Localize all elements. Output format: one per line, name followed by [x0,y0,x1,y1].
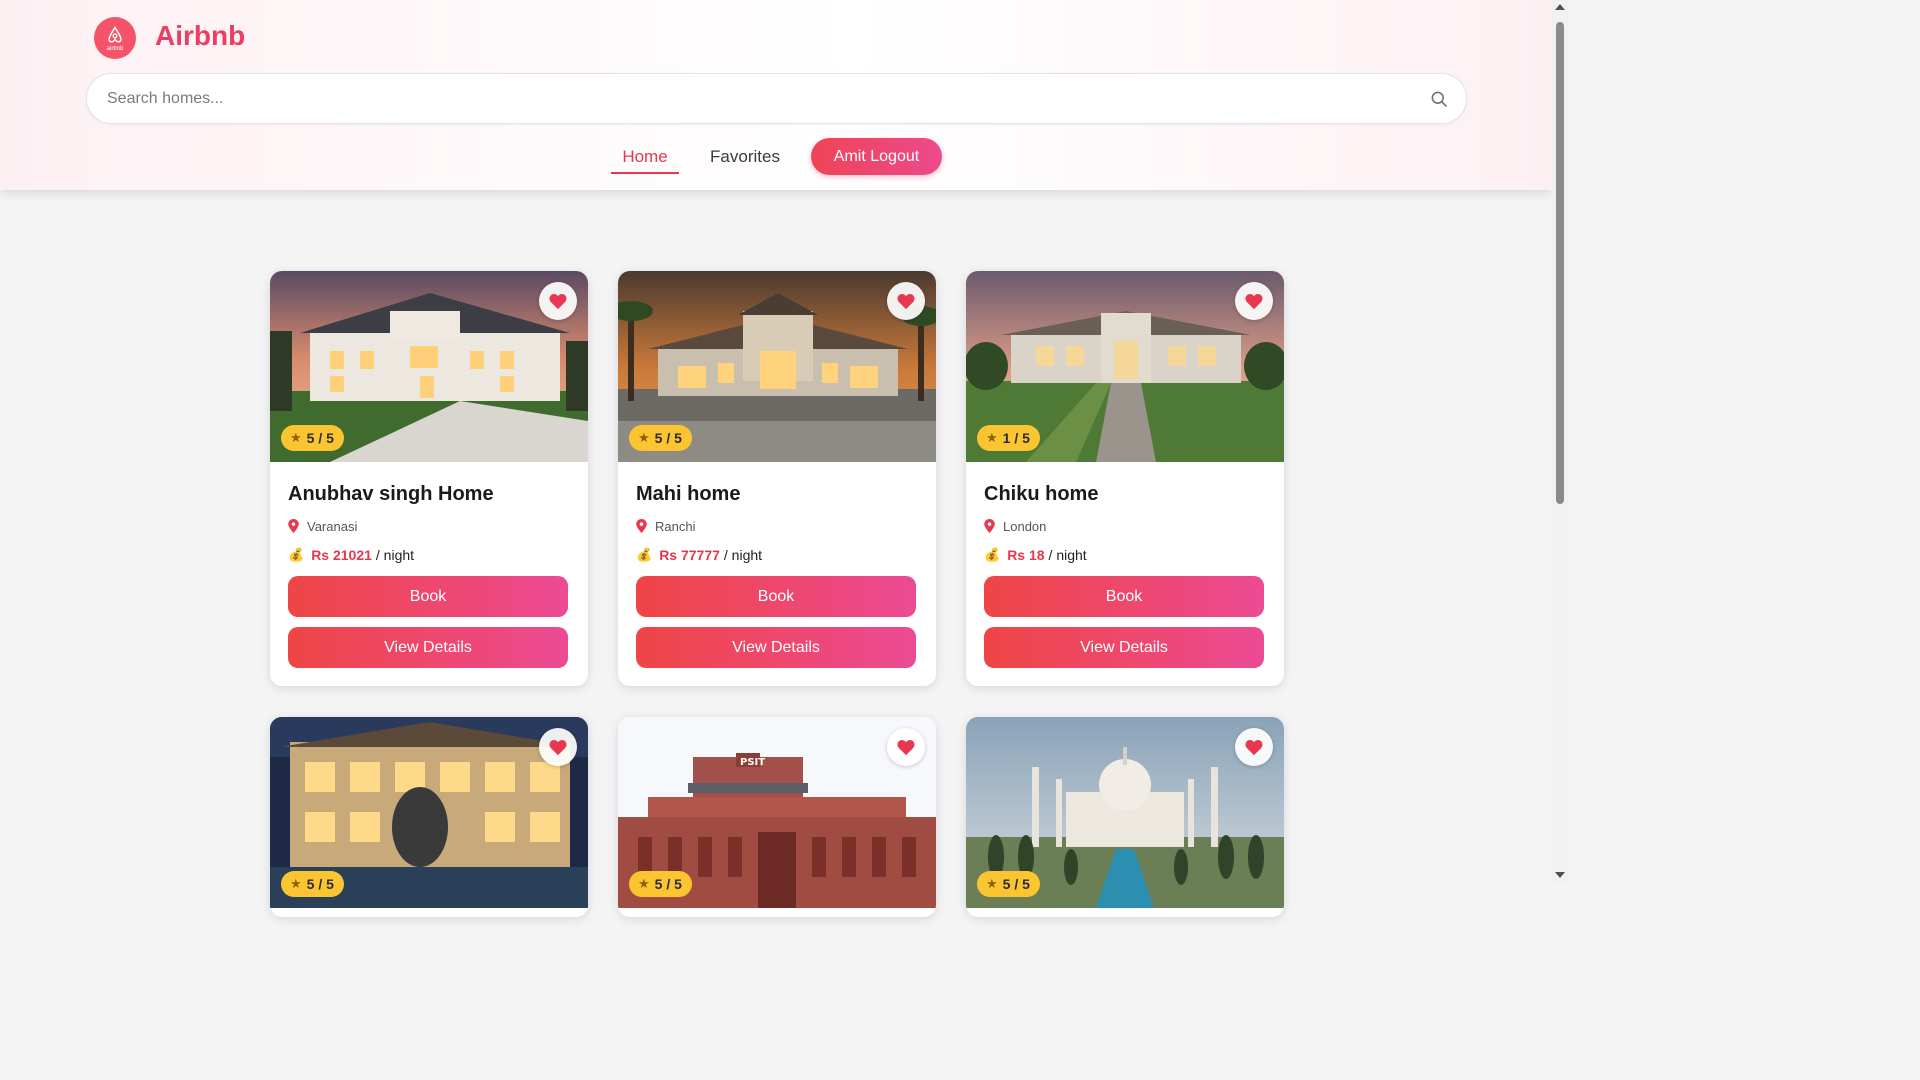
home-card: ★ 5 / 5 [270,717,588,917]
view-details-button[interactable]: View Details [636,627,916,668]
home-price: 💰 Rs 21021 / night [288,546,570,564]
home-card: ★ 1 / 5 Chiku home London 💰 Rs 18 / nigh… [966,271,1284,686]
price-value: Rs 77777 [659,547,720,563]
airbnb-logo-icon [108,25,122,43]
price-value: Rs 18 [1007,547,1045,563]
favorite-button[interactable] [1235,282,1273,320]
scroll-down-arrow-icon[interactable] [1555,872,1565,878]
search-input[interactable] [107,84,1407,114]
rating-value: 1 / 5 [1002,430,1030,446]
rating-value: 5 / 5 [1002,876,1030,892]
logout-button[interactable]: Amit Logout [811,138,942,175]
favorite-button[interactable] [1235,728,1273,766]
rating-value: 5 / 5 [654,430,682,446]
pin-icon [984,519,995,533]
price-unit: / night [723,547,763,563]
location-text: Varanasi [307,518,358,534]
airbnb-logo[interactable]: airbnb [94,17,136,59]
money-bag-icon: 💰 [984,547,1001,562]
heart-icon [897,740,915,756]
price-unit: / night [1048,547,1087,563]
heart-icon [1245,740,1263,756]
star-icon: ★ [290,876,302,891]
book-button[interactable]: Book [288,576,568,617]
nav-home[interactable]: Home [611,140,679,174]
search-bar [86,73,1467,124]
rating-value: 5 / 5 [654,876,682,892]
favorite-button[interactable] [539,282,577,320]
home-location: Varanasi [288,517,570,535]
logo-text: airbnb [106,45,124,52]
price-value: Rs 21021 [311,547,372,563]
rating-badge: ★ 1 / 5 [977,425,1040,451]
favorite-button[interactable] [887,282,925,320]
rating-badge: ★ 5 / 5 [629,425,692,451]
rating-badge: ★ 5 / 5 [281,425,344,451]
heart-icon [1245,294,1263,310]
home-title: Chiku home [984,483,1099,505]
home-image[interactable]: ★ 5 / 5 [618,271,936,462]
money-bag-icon: 💰 [288,547,305,562]
home-image[interactable]: PSIT ★ 5 / 5 [618,717,936,908]
nav-favorites[interactable]: Favorites [700,140,790,174]
card-body: Mahi home Ranchi 💰 Rs 77777 / night Book… [618,483,936,686]
rating-badge: ★ 5 / 5 [629,871,692,897]
scroll-up-arrow-icon[interactable] [1555,4,1565,10]
heart-icon [549,740,567,756]
location-text: Ranchi [655,518,696,534]
card-body: Chiku home London 💰 Rs 18 / night Book V… [966,483,1284,686]
book-button[interactable]: Book [636,576,916,617]
home-card: PSIT ★ 5 / 5 [618,717,936,917]
rating-value: 5 / 5 [306,430,334,446]
view-details-button[interactable]: View Details [288,627,568,668]
rating-value: 5 / 5 [306,876,334,892]
money-bag-icon: 💰 [636,547,653,562]
pin-icon [636,519,647,533]
home-card: ★ 5 / 5 Mahi home Ranchi 💰 Rs 77777 / ni… [618,271,936,686]
home-image[interactable]: ★ 5 / 5 [270,271,588,462]
star-icon: ★ [290,430,302,445]
home-image[interactable]: ★ 5 / 5 [966,717,1284,908]
home-card: ★ 5 / 5 Anubhav singh Home Varanasi 💰 Rs… [270,271,588,686]
home-title: Mahi home [636,483,741,505]
home-location: Ranchi [636,517,918,535]
search-icon[interactable] [1429,89,1449,109]
heart-icon [897,294,915,310]
star-icon: ★ [986,876,998,891]
svg-text:PSIT: PSIT [740,757,765,768]
favorite-button[interactable] [887,728,925,766]
heart-icon [549,294,567,310]
rating-badge: ★ 5 / 5 [281,871,344,897]
page-scrollbar[interactable] [1552,0,1568,882]
home-title: Anubhav singh Home [288,483,494,505]
pin-icon [288,519,299,533]
price-unit: / night [375,547,415,563]
view-details-button[interactable]: View Details [984,627,1264,668]
scroll-thumb[interactable] [1556,22,1564,504]
card-body: Anubhav singh Home Varanasi 💰 Rs 21021 /… [270,483,588,686]
book-button[interactable]: Book [984,576,1264,617]
star-icon: ★ [638,430,650,445]
home-price: 💰 Rs 18 / night [984,546,1266,564]
favorite-button[interactable] [539,728,577,766]
header: airbnb Airbnb Home Favorites Amit Logout [0,0,1552,190]
location-text: London [1003,518,1047,534]
star-icon: ★ [986,430,998,445]
home-location: London [984,517,1266,535]
star-icon: ★ [638,876,650,891]
home-image[interactable]: ★ 1 / 5 [966,271,1284,462]
home-card: ★ 5 / 5 [966,717,1284,917]
rating-badge: ★ 5 / 5 [977,871,1040,897]
home-image[interactable]: ★ 5 / 5 [270,717,588,908]
home-price: 💰 Rs 77777 / night [636,546,918,564]
brand-name[interactable]: Airbnb [155,20,245,52]
